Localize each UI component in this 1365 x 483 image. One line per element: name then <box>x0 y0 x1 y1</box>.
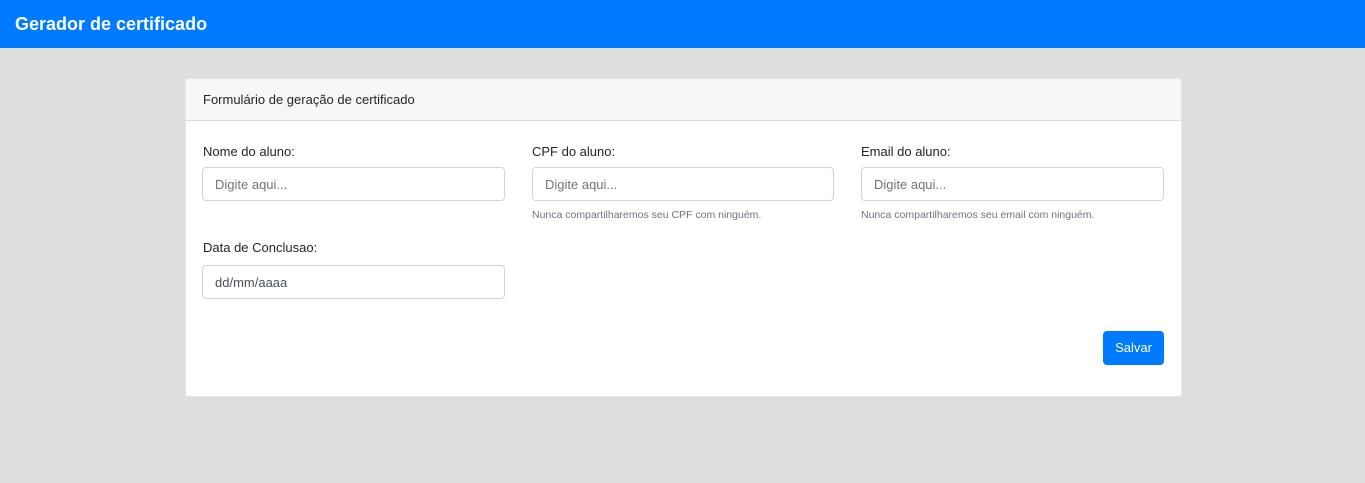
salvar-button[interactable]: Salvar <box>1103 331 1164 365</box>
certificate-form-card: Formulário de geração de certificado Nom… <box>185 78 1182 397</box>
navbar-brand[interactable]: Gerador de certificado <box>15 13 207 35</box>
data-conclusao-input[interactable] <box>202 265 505 299</box>
nome-aluno-label: Nome do aluno: <box>203 144 295 159</box>
email-aluno-label: Email do aluno: <box>861 144 951 159</box>
email-aluno-input[interactable] <box>861 167 1164 201</box>
navbar: Gerador de certificado <box>0 0 1365 48</box>
data-conclusao-label: Data de Conclusao: <box>203 240 318 255</box>
cpf-aluno-label: CPF do aluno: <box>532 144 616 159</box>
card-header-title: Formulário de geração de certificado <box>203 92 415 107</box>
cpf-help-text: Nunca compartilharemos seu CPF com ningu… <box>532 209 762 221</box>
card-header: Formulário de geração de certificado <box>186 79 1181 121</box>
cpf-aluno-input[interactable] <box>532 167 834 201</box>
nome-aluno-input[interactable] <box>202 167 505 201</box>
email-help-text: Nunca compartilharemos seu email com nin… <box>861 209 1095 221</box>
